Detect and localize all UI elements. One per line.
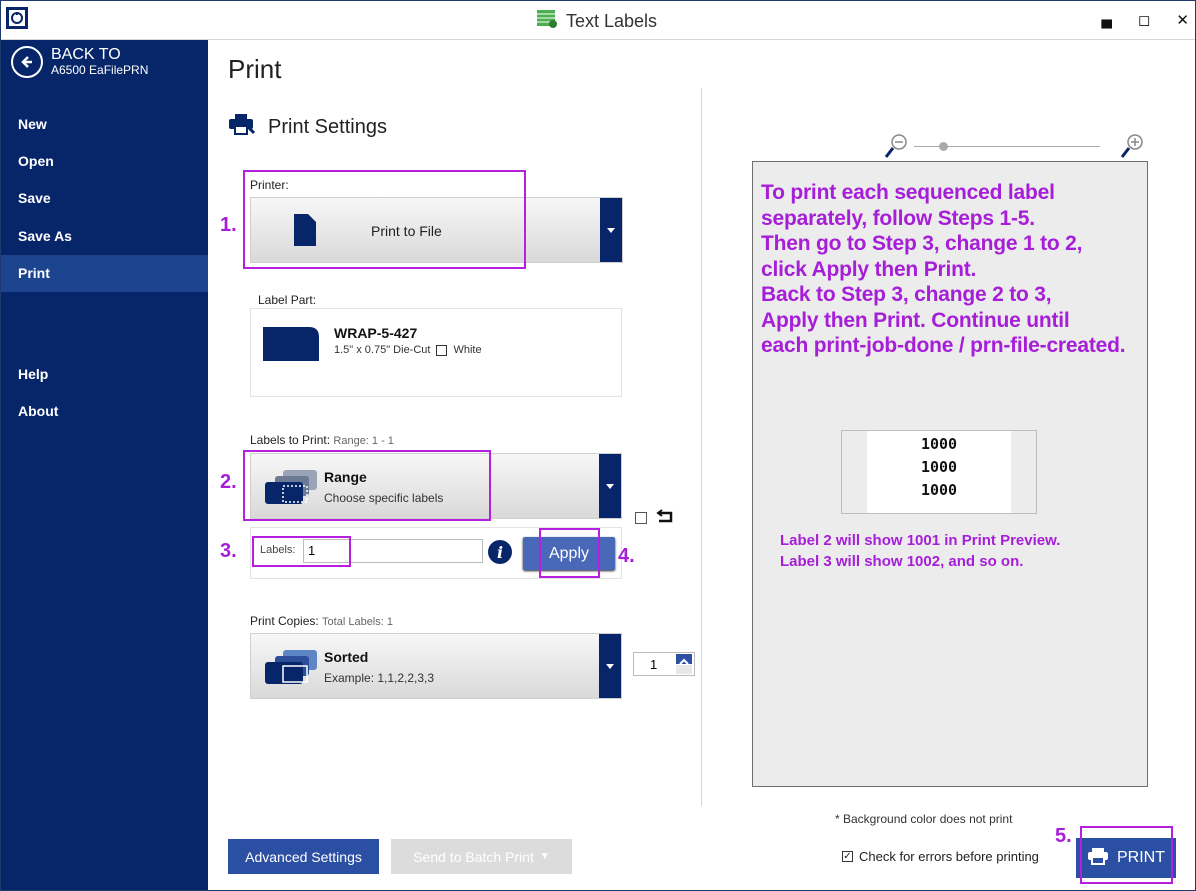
print-label: PRINT bbox=[1117, 849, 1165, 866]
main-panel: Print Print Settings Printer: Print to F… bbox=[208, 40, 1195, 890]
instructions: To print each sequenced label separately… bbox=[761, 181, 1126, 357]
section-title: Print Settings bbox=[268, 115, 387, 138]
printer-value: Print to File bbox=[371, 223, 442, 239]
label-line: 1000 bbox=[920, 435, 958, 453]
step-1-number: 1. bbox=[220, 214, 237, 236]
divider bbox=[701, 88, 702, 806]
label-part-color: White bbox=[453, 344, 482, 356]
sidebar-item-save-as[interactable]: Save As bbox=[1, 218, 208, 255]
sorted-labels-icon bbox=[263, 648, 321, 693]
label-line: 1000 bbox=[920, 481, 958, 499]
sidebar-item-open[interactable]: Open bbox=[1, 143, 208, 180]
title-bar: Text Labels ▄ ◻ ✕ bbox=[1, 1, 1195, 40]
printer-icon bbox=[1087, 847, 1109, 870]
sidebar: BACK TO A6500 EaFilePRN New Open Save Sa… bbox=[1, 40, 208, 890]
send-to-batch-print-button[interactable]: Send to Batch Print ▼ bbox=[391, 839, 572, 874]
preview-note: Label 2 will show 1001 in Print Preview.… bbox=[780, 532, 1061, 570]
range-hint: Range: 1 - 1 bbox=[333, 435, 394, 447]
file-icon bbox=[294, 214, 316, 251]
labels-input[interactable]: 1 bbox=[303, 539, 483, 563]
sidebar-item-save[interactable]: Save bbox=[1, 180, 208, 217]
printer-icon bbox=[228, 113, 256, 141]
back-label: BACK TO bbox=[51, 46, 121, 63]
back-sub-label: A6500 EaFilePRN bbox=[51, 63, 149, 77]
back-arrow-icon bbox=[11, 46, 43, 78]
labels-to-print-value: Range bbox=[324, 469, 367, 485]
background-note: * Background color does not print bbox=[835, 812, 1013, 826]
label-shape-icon bbox=[263, 327, 319, 366]
app-logo-icon bbox=[4, 3, 32, 33]
section-header: Print Settings bbox=[228, 113, 387, 141]
printer-label: Printer: bbox=[250, 178, 289, 192]
label-part-size: 1.5" x 0.75" Die-Cut bbox=[334, 344, 431, 356]
back-button[interactable]: BACK TO A6500 EaFilePRN bbox=[11, 46, 148, 78]
range-labels-icon bbox=[263, 468, 321, 513]
label-part-label: Label Part: bbox=[258, 293, 317, 307]
minimize-icon[interactable]: ▄ bbox=[1101, 11, 1112, 29]
info-icon[interactable]: i bbox=[488, 540, 512, 564]
print-copies-desc: Example: 1,1,2,2,3,3 bbox=[324, 671, 435, 685]
advanced-settings-button[interactable]: Advanced Settings bbox=[228, 839, 379, 874]
print-copies-value: Sorted bbox=[324, 649, 369, 665]
page-title: Print bbox=[228, 54, 282, 84]
step-3-number: 3. bbox=[220, 540, 237, 562]
check-errors-label: Check for errors before printing bbox=[859, 849, 1039, 864]
step-2-number: 2. bbox=[220, 471, 237, 493]
copies-value: 1 bbox=[650, 657, 658, 672]
labels-to-print-dropdown[interactable]: Range Choose specific labels bbox=[250, 453, 622, 519]
labels-field-label: Labels: bbox=[260, 544, 296, 556]
total-labels-hint: Total Labels: 1 bbox=[322, 616, 393, 628]
color-swatch bbox=[436, 344, 448, 356]
sidebar-item-print[interactable]: Print bbox=[1, 255, 208, 292]
print-button[interactable]: PRINT bbox=[1076, 838, 1176, 878]
sidebar-item-about[interactable]: About bbox=[1, 393, 208, 430]
apply-button[interactable]: Apply bbox=[523, 537, 615, 570]
zoom-slider-thumb[interactable] bbox=[939, 142, 948, 151]
chevron-down-icon bbox=[599, 634, 621, 698]
caret-down-icon: ▼ bbox=[539, 851, 550, 862]
sidebar-item-new[interactable]: New bbox=[1, 106, 208, 143]
close-icon[interactable]: ✕ bbox=[1176, 11, 1189, 29]
step-4-number: 4. bbox=[618, 545, 635, 567]
chevron-down-icon bbox=[599, 454, 621, 518]
print-copies-dropdown[interactable]: Sorted Example: 1,1,2,2,3,3 bbox=[250, 633, 622, 699]
labels-to-print-desc: Choose specific labels bbox=[324, 491, 444, 505]
labels-to-print-label: Labels to Print: bbox=[250, 433, 331, 447]
app-window: Text Labels ▄ ◻ ✕ BACK TO A6500 EaFilePR… bbox=[0, 0, 1196, 891]
check-errors-checkbox[interactable]: ✓ bbox=[842, 851, 853, 862]
print-preview: To print each sequenced label separately… bbox=[752, 161, 1148, 787]
sidebar-item-help[interactable]: Help bbox=[1, 356, 208, 393]
label-part-card: WRAP-5-427 1.5" x 0.75" Die-Cut White bbox=[250, 308, 622, 397]
label-sheet-icon bbox=[536, 9, 558, 34]
printer-dropdown[interactable]: Print to File bbox=[250, 197, 623, 263]
stepper-up-icon[interactable] bbox=[676, 654, 692, 665]
collate-checkbox[interactable] bbox=[635, 512, 647, 524]
stepper-down-icon[interactable] bbox=[676, 665, 692, 674]
label-line: 1000 bbox=[920, 458, 958, 476]
print-copies-label: Print Copies: bbox=[250, 614, 319, 628]
chevron-down-icon bbox=[600, 198, 622, 262]
maximize-icon[interactable]: ◻ bbox=[1138, 11, 1150, 29]
step-5-number: 5. bbox=[1055, 825, 1072, 847]
label-preview: 1000 1000 1000 bbox=[841, 430, 1037, 514]
batch-label: Send to Batch Print bbox=[413, 848, 534, 865]
copies-stepper[interactable]: 1 bbox=[633, 652, 695, 676]
return-arrow-icon bbox=[655, 509, 675, 530]
label-part-name: WRAP-5-427 bbox=[334, 325, 418, 341]
window-title: Text Labels bbox=[536, 9, 657, 34]
